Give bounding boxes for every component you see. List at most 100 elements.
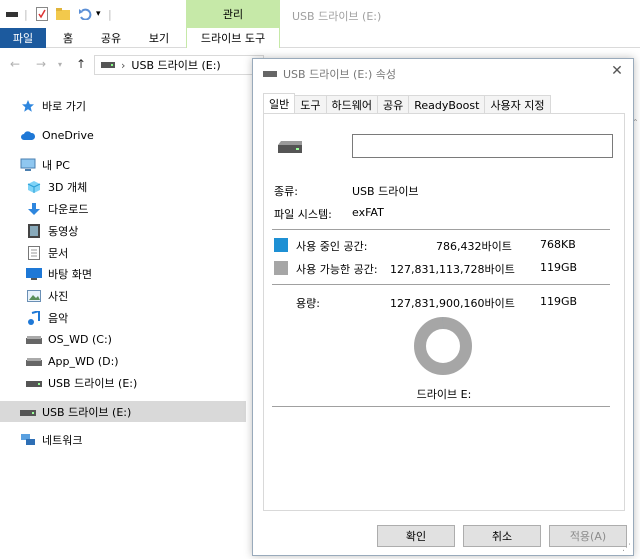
nav-item-videos[interactable]: 동영상	[0, 220, 246, 241]
tab-sharing[interactable]: 공유	[376, 95, 410, 114]
close-icon[interactable]: ✕	[607, 63, 627, 79]
cube-icon	[26, 179, 42, 195]
nav-item-label: 바탕 화면	[48, 267, 92, 281]
tab-hardware[interactable]: 하드웨어	[325, 95, 378, 114]
drive-label: 드라이브 E:	[416, 388, 472, 401]
usb-drive-icon	[20, 404, 36, 420]
dialog-title: USB 드라이브 (E:) 속성	[283, 68, 397, 81]
nav-item-desktop[interactable]: 바탕 화면	[0, 263, 246, 284]
tab-drive-tools[interactable]: 드라이브 도구	[186, 28, 280, 48]
capacity-donut-chart	[414, 317, 472, 375]
type-label: 종류:	[274, 185, 298, 198]
undo-icon[interactable]	[78, 7, 92, 21]
breadcrumb[interactable]: USB 드라이브 (E:)	[131, 57, 220, 73]
forward-icon[interactable]: →	[36, 57, 46, 71]
nav-item-drive-c[interactable]: OS_WD (C:)	[0, 329, 246, 350]
nav-item-3d-objects[interactable]: 3D 개체	[0, 176, 246, 197]
tab-view[interactable]: 보기	[144, 28, 174, 48]
type-value: USB 드라이브	[352, 185, 419, 198]
back-icon[interactable]: ←	[10, 57, 20, 71]
nav-item-label: 다운로드	[48, 202, 89, 216]
usb-drive-icon	[263, 68, 277, 81]
free-space-swatch	[274, 261, 288, 275]
resize-grip-icon[interactable]: ⋰	[622, 543, 631, 553]
address-bar[interactable]: › USB 드라이브 (E:)	[94, 55, 264, 75]
divider	[272, 284, 610, 285]
nav-item-label: 바로 가기	[42, 99, 86, 113]
apply-button[interactable]: 적용(A)	[549, 525, 627, 547]
used-space-label: 사용 중인 공간:	[296, 240, 368, 253]
tab-share[interactable]: 공유	[96, 28, 126, 48]
document-icon	[26, 245, 42, 261]
picture-icon	[26, 288, 42, 304]
tab-general[interactable]: 일반	[263, 93, 296, 114]
dialog-title-bar: USB 드라이브 (E:) 속성	[263, 66, 396, 82]
download-icon	[26, 201, 42, 217]
nav-item-pictures[interactable]: 사진	[0, 285, 246, 306]
capacity-label: 용량:	[296, 297, 320, 310]
nav-item-network[interactable]: 네트워크	[0, 429, 246, 450]
nav-item-this-pc[interactable]: 내 PC	[0, 154, 246, 175]
free-space-ring	[414, 317, 472, 375]
tab-readyboost[interactable]: ReadyBoost	[408, 95, 486, 114]
computer-icon	[20, 157, 36, 173]
nav-item-label: 3D 개체	[48, 180, 88, 194]
up-icon[interactable]: ↑	[76, 57, 86, 71]
ok-button[interactable]: 확인	[377, 525, 455, 547]
tab-tools[interactable]: 도구	[294, 95, 327, 114]
usb-drive-icon	[276, 140, 304, 157]
dialog-tabs: 일반 도구 하드웨어 공유 ReadyBoost 사용자 지정	[263, 93, 551, 114]
nav-item-label: 동영상	[48, 224, 79, 238]
window-title: USB 드라이브 (E:)	[292, 10, 382, 23]
video-icon	[26, 223, 42, 239]
capacity-bytes: 127,831,900,160바이트	[390, 297, 515, 310]
nav-item-label: App_WD (D:)	[48, 355, 119, 368]
tab-home[interactable]: 홈	[56, 28, 80, 48]
tab-customize[interactable]: 사용자 지정	[484, 95, 551, 114]
ribbon-tabs: 파일 홈 공유 보기 드라이브 도구	[0, 28, 640, 48]
navigation-pane: 바로 가기 OneDrive 내 PC 3D 개체 다운로드 동영상 문서 바탕…	[0, 86, 246, 559]
toolbar-separator-2: |	[108, 7, 112, 21]
nav-item-downloads[interactable]: 다운로드	[0, 198, 246, 219]
nav-item-onedrive[interactable]: OneDrive	[0, 125, 246, 146]
used-space-size: 768KB	[540, 238, 576, 251]
properties-dialog: USB 드라이브 (E:) 속성 ✕ 일반 도구 하드웨어 공유 ReadyBo…	[252, 58, 634, 556]
file-system-value: exFAT	[352, 206, 384, 219]
free-space-bytes: 127,831,113,728바이트	[390, 263, 515, 276]
nav-item-label: 음악	[48, 311, 69, 325]
new-folder-icon[interactable]	[56, 7, 70, 21]
tab-manage[interactable]: 관리	[186, 0, 280, 28]
breadcrumb-chevron-icon[interactable]: ›	[121, 59, 125, 72]
title-bar: | ▾ | 관리 USB 드라이브 (E:)	[0, 0, 640, 28]
nav-item-documents[interactable]: 문서	[0, 242, 246, 263]
free-space-size: 119GB	[540, 261, 578, 274]
properties-icon[interactable]	[36, 7, 48, 21]
nav-item-drive-d[interactable]: App_WD (D:)	[0, 351, 246, 372]
usb-drive-icon	[26, 375, 42, 391]
nav-item-label: 사진	[48, 289, 69, 303]
drive-icon	[26, 354, 42, 370]
volume-name-input[interactable]	[352, 134, 613, 158]
nav-item-music[interactable]: 음악	[0, 307, 246, 328]
drive-icon	[26, 332, 42, 348]
network-icon	[20, 432, 36, 448]
system-menu-icon[interactable]	[6, 7, 18, 21]
customize-toolbar-icon[interactable]: ▾	[96, 7, 101, 21]
desktop-icon	[26, 266, 42, 282]
nav-item-label: OneDrive	[42, 129, 94, 142]
nav-item-usb-drive-selected[interactable]: USB 드라이브 (E:)	[0, 401, 246, 422]
drive-icon	[101, 59, 115, 72]
free-space-label: 사용 가능한 공간:	[296, 263, 378, 276]
nav-item-label: 문서	[48, 246, 69, 260]
cancel-button[interactable]: 취소	[463, 525, 541, 547]
divider	[272, 229, 610, 230]
file-system-label: 파일 시스템:	[274, 208, 332, 221]
nav-item-quick-access[interactable]: 바로 가기	[0, 95, 246, 116]
recent-locations-icon[interactable]: ▾	[58, 60, 62, 69]
nav-item-label: 내 PC	[42, 158, 70, 172]
used-space-swatch	[274, 238, 288, 252]
nav-item-label: USB 드라이브 (E:)	[42, 405, 132, 419]
tab-file[interactable]: 파일	[0, 28, 46, 48]
capacity-size: 119GB	[540, 295, 578, 308]
nav-item-usb-drive[interactable]: USB 드라이브 (E:)	[0, 372, 246, 393]
